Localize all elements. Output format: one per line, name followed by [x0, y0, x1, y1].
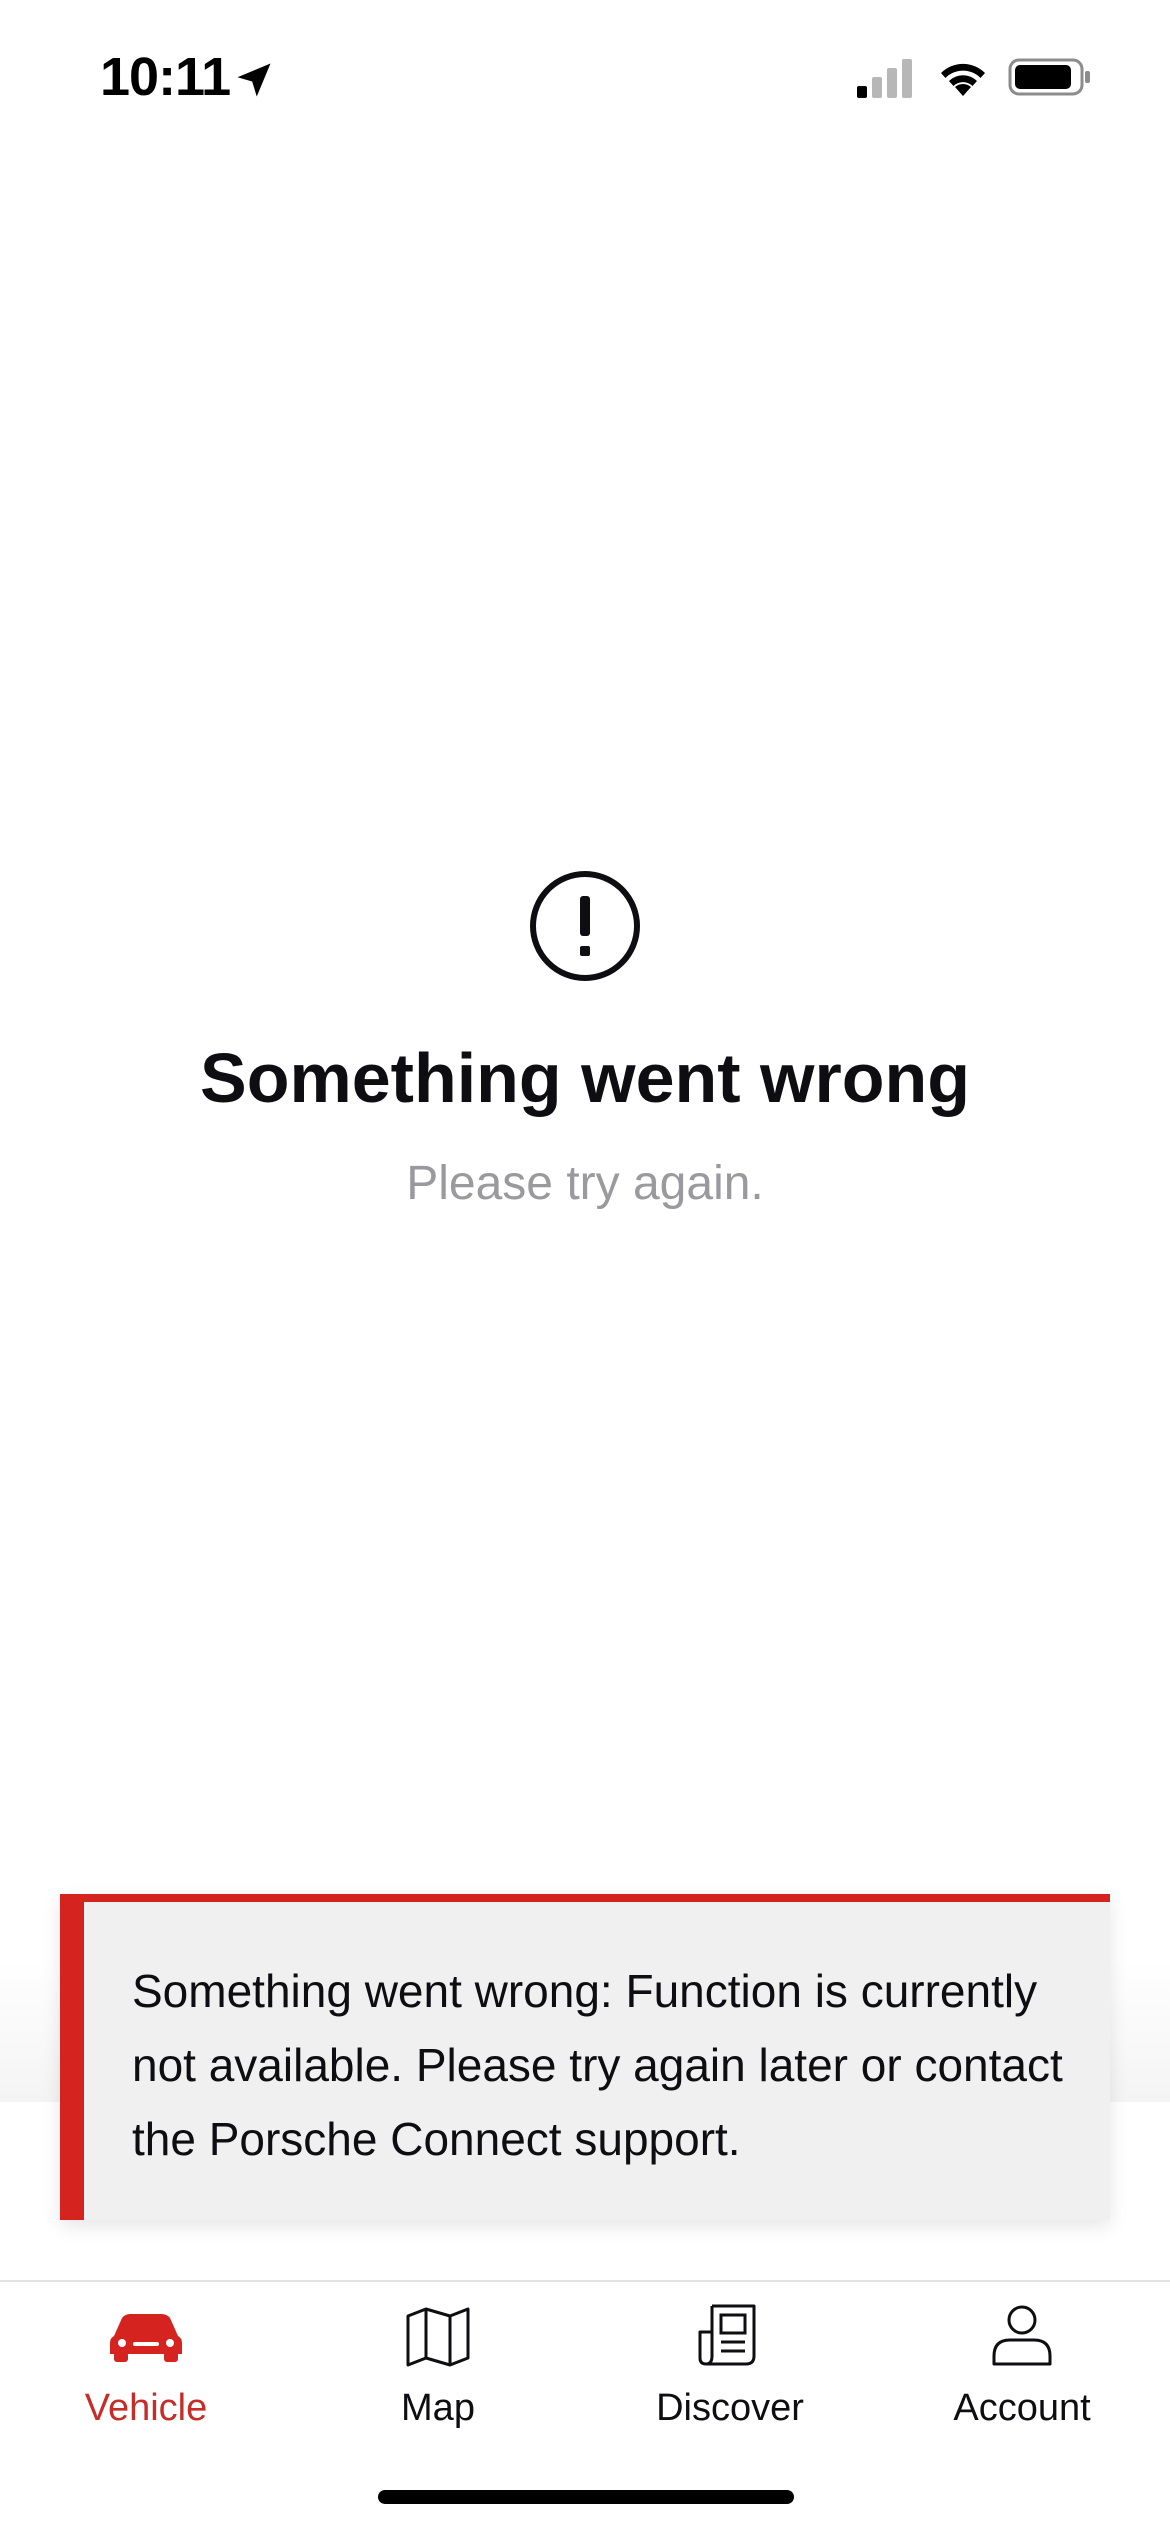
car-icon [110, 2314, 182, 2362]
tab-discover[interactable]: Discover [584, 2302, 876, 2452]
cellular-signal-icon [857, 59, 912, 98]
tab-map[interactable]: Map [292, 2302, 584, 2452]
tab-vehicle[interactable]: Vehicle [0, 2302, 292, 2452]
tab-label-vehicle: Vehicle [84, 2387, 208, 2429]
tab-account[interactable]: Account [876, 2302, 1168, 2452]
tab-label-account: Account [953, 2387, 1091, 2429]
toast-accent-bar [60, 1894, 84, 2220]
tab-label-map: Map [401, 2387, 475, 2429]
user-icon [992, 2305, 1052, 2366]
home-indicator[interactable] [378, 2490, 794, 2504]
error-subtitle: Please try again. [406, 1157, 764, 1210]
toast-message: Something went wrong: Function is curren… [132, 1965, 1063, 2165]
status-time: 10:11 [100, 47, 231, 107]
map-icon [406, 2307, 470, 2367]
location-arrow-icon [237, 63, 271, 97]
tab-label-discover: Discover [656, 2387, 804, 2429]
alert-circle-icon [530, 871, 640, 981]
error-toast[interactable]: Something went wrong: Function is curren… [60, 1894, 1110, 2220]
status-bar: 10:11 [0, 0, 1170, 150]
news-icon [698, 2304, 756, 2366]
error-state: Something went wrong Please try again. [0, 870, 1170, 1214]
battery-icon [1008, 58, 1090, 96]
wifi-icon [941, 63, 985, 96]
error-title: Something went wrong [200, 1039, 970, 1117]
